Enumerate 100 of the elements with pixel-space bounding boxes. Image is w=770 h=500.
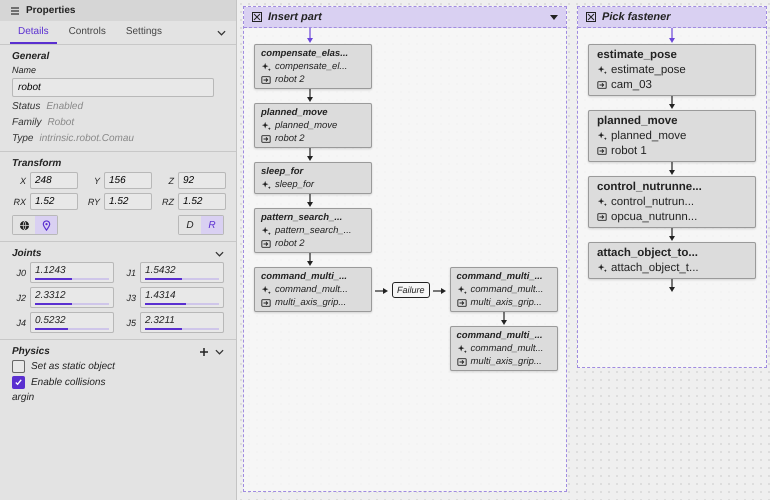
checkmark-icon [14, 378, 23, 387]
coordinate-label: RZ [161, 196, 174, 206]
coordinate-field[interactable]: 1.52 [178, 193, 226, 210]
tab[interactable]: Details [10, 21, 57, 44]
coordinate-label: RX [12, 196, 26, 206]
joint-label: J2 [15, 292, 26, 302]
skill-node[interactable]: compensate_elas... compensate_el... robot 2 [254, 44, 372, 89]
entry-arrow [668, 28, 676, 44]
joint-field[interactable]: 1.5432 [140, 262, 224, 283]
section-heading: Transform [12, 158, 62, 169]
skill-name: command_mult... [470, 343, 544, 354]
group-title: Insert part [268, 11, 322, 23]
checkbox-label: Enable collisions [31, 377, 106, 388]
resource-icon [456, 298, 467, 308]
skill-name: estimate_pose [611, 64, 686, 76]
coordinate-field[interactable]: 1.52 [104, 193, 152, 210]
node-title: command_multi_... [456, 271, 544, 282]
joint-label: J3 [125, 292, 136, 302]
flow-arrow [668, 162, 676, 176]
joint-label: J5 [125, 318, 136, 328]
joint-field[interactable]: 2.3312 [30, 287, 114, 308]
coordinate-label: Y [92, 176, 100, 186]
resource-icon [261, 238, 271, 248]
coordinate-label: X [18, 176, 26, 186]
resource-icon [597, 146, 607, 156]
resource-name: robot 2 [275, 133, 305, 144]
node-title: planned_move [597, 115, 679, 127]
node-title: attach_object_to... [597, 247, 699, 259]
plus-icon[interactable] [199, 346, 209, 356]
node-title: command_multi_... [261, 271, 348, 282]
frame-toggle-button[interactable]: R [201, 216, 223, 234]
joint-field[interactable]: 2.3211 [140, 312, 224, 333]
section-heading: General [12, 51, 50, 62]
joint-label: J4 [15, 318, 26, 328]
sparkle-icon [261, 284, 271, 294]
chevron-down-icon[interactable] [215, 250, 224, 256]
sparkle-icon [456, 284, 467, 294]
coordinate-field[interactable]: 248 [30, 172, 78, 189]
skill-node[interactable]: planned_move planned_move robot 1 [588, 110, 756, 162]
checkbox[interactable] [12, 360, 25, 373]
resource-name: multi_axis_grip... [275, 297, 346, 308]
resource-name: robot 1 [611, 145, 647, 157]
tab[interactable]: Settings [118, 21, 170, 44]
skill-node[interactable]: command_multi_... command_mult... multi_axis_grip... [254, 267, 372, 312]
chevron-down-icon[interactable] [217, 30, 226, 36]
sparkle-icon [261, 180, 271, 190]
node-title: sleep_for [261, 166, 304, 177]
flow-arrow [306, 253, 314, 267]
group-title: Pick fastener [602, 11, 670, 23]
skill-node[interactable]: command_multi_... command_mult... multi_axis_grip... [450, 267, 558, 312]
property-label: Type [12, 133, 34, 144]
coordinate-label: Z [167, 176, 174, 186]
resource-name: cam_03 [611, 79, 652, 91]
skill-node[interactable]: pattern_search_... pattern_search_... robot 2 [254, 208, 372, 253]
tab[interactable]: Controls [60, 21, 114, 44]
resource-name: multi_axis_grip... [470, 356, 542, 367]
skill-name: planned_move [611, 130, 686, 142]
coordinate-field[interactable]: 156 [104, 172, 152, 189]
skill-node[interactable]: attach_object_to... attach_object_t... [588, 242, 756, 279]
resource-icon [261, 134, 271, 144]
coordinate-field[interactable]: 1.52 [30, 193, 78, 210]
sparkle-icon [597, 197, 607, 207]
property-value: Robot [47, 117, 74, 128]
node-title: compensate_elas... [261, 48, 350, 59]
skill-name: attach_object_t... [611, 262, 699, 274]
skill-node[interactable]: command_multi_... command_mult... multi_axis_grip... [450, 326, 558, 371]
name-field[interactable]: robot [12, 78, 214, 97]
property-value: intrinsic.robot.Comau [40, 133, 134, 144]
skill-node[interactable]: estimate_pose estimate_pose cam_03 [588, 44, 756, 96]
skill-node[interactable]: sleep_for sleep_for [254, 162, 372, 194]
chevron-down-icon[interactable] [215, 348, 224, 354]
skill-node[interactable]: planned_move planned_move robot 2 [254, 103, 372, 148]
group-header[interactable]: Pick fastener [578, 7, 766, 28]
location-pin-button[interactable] [35, 216, 57, 234]
flow-arrow [306, 148, 314, 162]
group-header[interactable]: Insert part [244, 7, 566, 28]
sparkle-icon [597, 131, 607, 141]
checkbox-label: Set as static object [31, 361, 115, 372]
section-heading: Physics [12, 346, 50, 357]
resource-icon [456, 356, 467, 366]
globe-icon [18, 220, 30, 230]
resource-icon [597, 212, 607, 222]
skill-node[interactable]: control_nutrunne... control_nutrun... opcua_nutrunn... [588, 176, 756, 228]
joint-field[interactable]: 1.1243 [30, 262, 114, 283]
entry-arrow [306, 28, 314, 44]
field-label: argin [12, 392, 36, 403]
sparkle-icon [597, 65, 607, 75]
resource-name: multi_axis_grip... [470, 297, 542, 308]
location-pin-icon [40, 220, 52, 230]
coordinate-field[interactable]: 92 [178, 172, 226, 189]
joint-field[interactable]: 0.5232 [30, 312, 114, 333]
property-label: Status [12, 101, 40, 112]
caret-down-icon[interactable] [550, 14, 558, 20]
skill-name: pattern_search_... [275, 225, 352, 236]
checkbox[interactable] [12, 376, 25, 389]
flow-arrow [668, 279, 676, 293]
property-label: Family [12, 117, 42, 128]
joint-field[interactable]: 1.4314 [140, 287, 224, 308]
skill-name: planned_move [275, 120, 338, 131]
skill-name: sleep_for [275, 179, 314, 190]
